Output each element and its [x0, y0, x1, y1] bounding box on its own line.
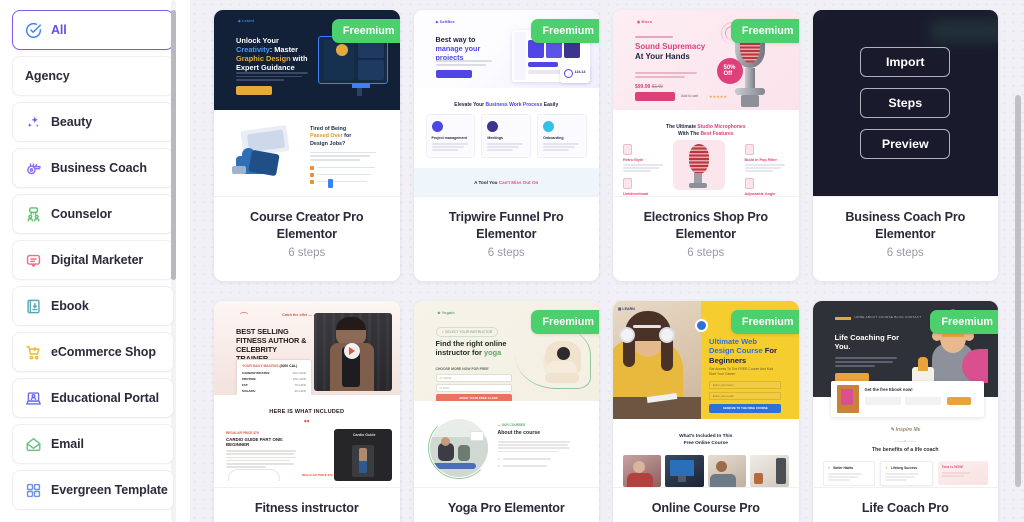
template-card-meta: Electronics Shop Pro Elementor 6 steps — [613, 196, 799, 282]
sidebar-item-evergreen-template[interactable]: Evergreen Template — [12, 470, 174, 510]
laptop-user-icon — [25, 390, 42, 407]
template-thumbnail: ◆ Learnt Unlock Your Creativity: Master … — [214, 10, 400, 196]
sidebar-item-ebook[interactable]: Ebook — [12, 286, 174, 326]
template-title: Fitness instructor — [254, 501, 359, 516]
freemium-badge: Freemium — [331, 19, 400, 43]
template-steps-count: 6 steps — [886, 247, 924, 260]
template-title: Online Course Pro — [651, 501, 760, 516]
sidebar-item-label: Email — [51, 437, 84, 451]
sidebar-item-beauty[interactable]: Beauty — [12, 102, 174, 142]
template-thumbnail: ◈ SoftBox Best way to manage your projec… — [413, 10, 599, 196]
sidebar-item-label: All — [51, 23, 67, 37]
template-steps-count: 6 steps — [687, 247, 725, 260]
freemium-badge: Freemium — [930, 310, 998, 335]
network-icon — [25, 206, 42, 223]
sidebar-item-label: Business Coach — [51, 161, 147, 175]
template-thumbnail: ⌒ Catch the offer — — BEST SELLING FITNE… — [214, 301, 400, 488]
sidebar-item-list: All Agency Beauty Business Coach Counselor Di… — [0, 0, 190, 522]
template-card[interactable]: ◆ Learnt Unlock Your Creativity: Master … — [214, 10, 400, 282]
sidebar-item-business-coach[interactable]: Business Coach — [12, 148, 174, 188]
template-grid-area: ◆ Learnt Unlock Your Creativity: Master … — [190, 0, 1024, 522]
sidebar-item-all[interactable]: All — [12, 10, 174, 50]
template-title: Business Coach Pro Elementor — [845, 210, 966, 241]
template-card-meta: Business Coach Pro Elementor 6 steps — [812, 196, 998, 282]
sidebar-item-agency[interactable]: Agency — [12, 56, 174, 96]
template-library-page: All Agency Beauty Business Coach Counselor Di… — [0, 0, 1024, 522]
template-thumbnail: ❀ Yogain ✓ SELECT YOUR INSTRUCTOR Find t… — [413, 301, 599, 488]
sidebar-item-counselor[interactable]: Counselor — [12, 194, 174, 234]
template-card-meta: Fitness instructor3 steps — [214, 487, 400, 522]
sidebar-item-label: Counselor — [51, 207, 112, 221]
template-card-meta: Life Coach Pro6 steps — [812, 487, 998, 522]
template-card[interactable]: ❀ Yogain ✓ SELECT YOUR INSTRUCTOR Find t… — [413, 301, 599, 522]
template-card[interactable]: HOME ABOUT COURSE BLOG CONTACT Life Coac… — [812, 301, 998, 522]
cart-plus-icon — [25, 344, 42, 361]
template-title: Tripwire Funnel Pro Elementor — [448, 210, 564, 241]
sidebar-item-label: Agency — [25, 69, 70, 83]
template-thumbnail: FreemiumImportStepsPreview — [812, 10, 998, 196]
freemium-badge: Freemium — [730, 310, 799, 335]
template-card-meta: Tripwire Funnel Pro Elementor 6 steps — [413, 196, 599, 282]
import-button[interactable]: Import — [860, 47, 951, 77]
template-card[interactable]: ▤ LEARN Ultimate Web Design Course For B… — [613, 301, 799, 522]
category-sidebar: All Agency Beauty Business Coach Counselor Di… — [0, 0, 190, 522]
template-title: Electronics Shop Pro Elementor — [643, 210, 769, 241]
template-title: Yoga Pro Elementor — [447, 501, 565, 516]
book-download-icon — [25, 298, 42, 315]
template-steps-count: 6 steps — [487, 247, 525, 260]
sidebar-item-label: Evergreen Template — [51, 483, 168, 497]
open-envelope-icon — [25, 436, 42, 453]
grid-squares-icon — [25, 482, 42, 499]
template-title: Life Coach Pro — [861, 501, 949, 516]
template-thumbnail: ◉ Micro Sound Supremacy At Your Hands $9… — [613, 10, 799, 196]
template-title: Course Creator Pro Elementor — [250, 210, 364, 241]
preview-button[interactable]: Preview — [860, 129, 951, 159]
template-card-meta: Course Creator Pro Elementor 6 steps — [214, 196, 400, 282]
template-card-grid: ◆ Learnt Unlock Your Creativity: Master … — [214, 4, 998, 522]
sidebar-scrollbar-thumb[interactable] — [171, 10, 176, 280]
freemium-badge: Freemium — [531, 19, 599, 43]
template-thumbnail: HOME ABOUT COURSE BLOG CONTACT Life Coac… — [812, 301, 998, 488]
template-steps-count: 6 steps — [288, 247, 326, 260]
sidebar-item-label: Ebook — [51, 299, 89, 313]
sidebar-item-ecommerce-shop[interactable]: eCommerce Shop — [12, 332, 174, 372]
template-thumbnail: ▤ LEARN Ultimate Web Design Course For B… — [613, 301, 799, 488]
sidebar-item-label: Beauty — [51, 115, 93, 129]
template-card[interactable]: ⌒ Catch the offer — — BEST SELLING FITNE… — [214, 301, 400, 522]
freemium-badge: Freemium — [730, 19, 799, 43]
sidebar-item-digital-marketer[interactable]: Digital Marketer — [12, 240, 174, 280]
template-card[interactable]: ◉ Micro Sound Supremacy At Your Hands $9… — [613, 10, 799, 282]
sidebar-item-label: Digital Marketer — [51, 253, 144, 267]
sidebar-item-label: Educational Portal — [51, 391, 159, 405]
template-card[interactable]: ◈ SoftBox Best way to manage your projec… — [413, 10, 599, 282]
main-scrollbar-thumb[interactable] — [1015, 95, 1021, 487]
sparkles-icon — [25, 114, 42, 131]
chat-box-icon — [25, 252, 42, 269]
whistle-icon — [25, 160, 42, 177]
check-circle-icon — [25, 22, 42, 39]
steps-button[interactable]: Steps — [860, 88, 951, 118]
card-hover-overlay: Import Steps Preview — [812, 10, 998, 196]
sidebar-item-educational-portal[interactable]: Educational Portal — [12, 378, 174, 418]
sidebar-item-label: eCommerce Shop — [51, 345, 156, 359]
template-card-meta: Yoga Pro Elementor6 steps — [413, 487, 599, 522]
sidebar-item-email[interactable]: Email — [12, 424, 174, 464]
template-card[interactable]: FreemiumImportStepsPreviewBusiness Coach… — [812, 10, 998, 282]
freemium-badge: Freemium — [531, 310, 599, 335]
template-card-meta: Online Course Pro6 steps — [613, 487, 799, 522]
